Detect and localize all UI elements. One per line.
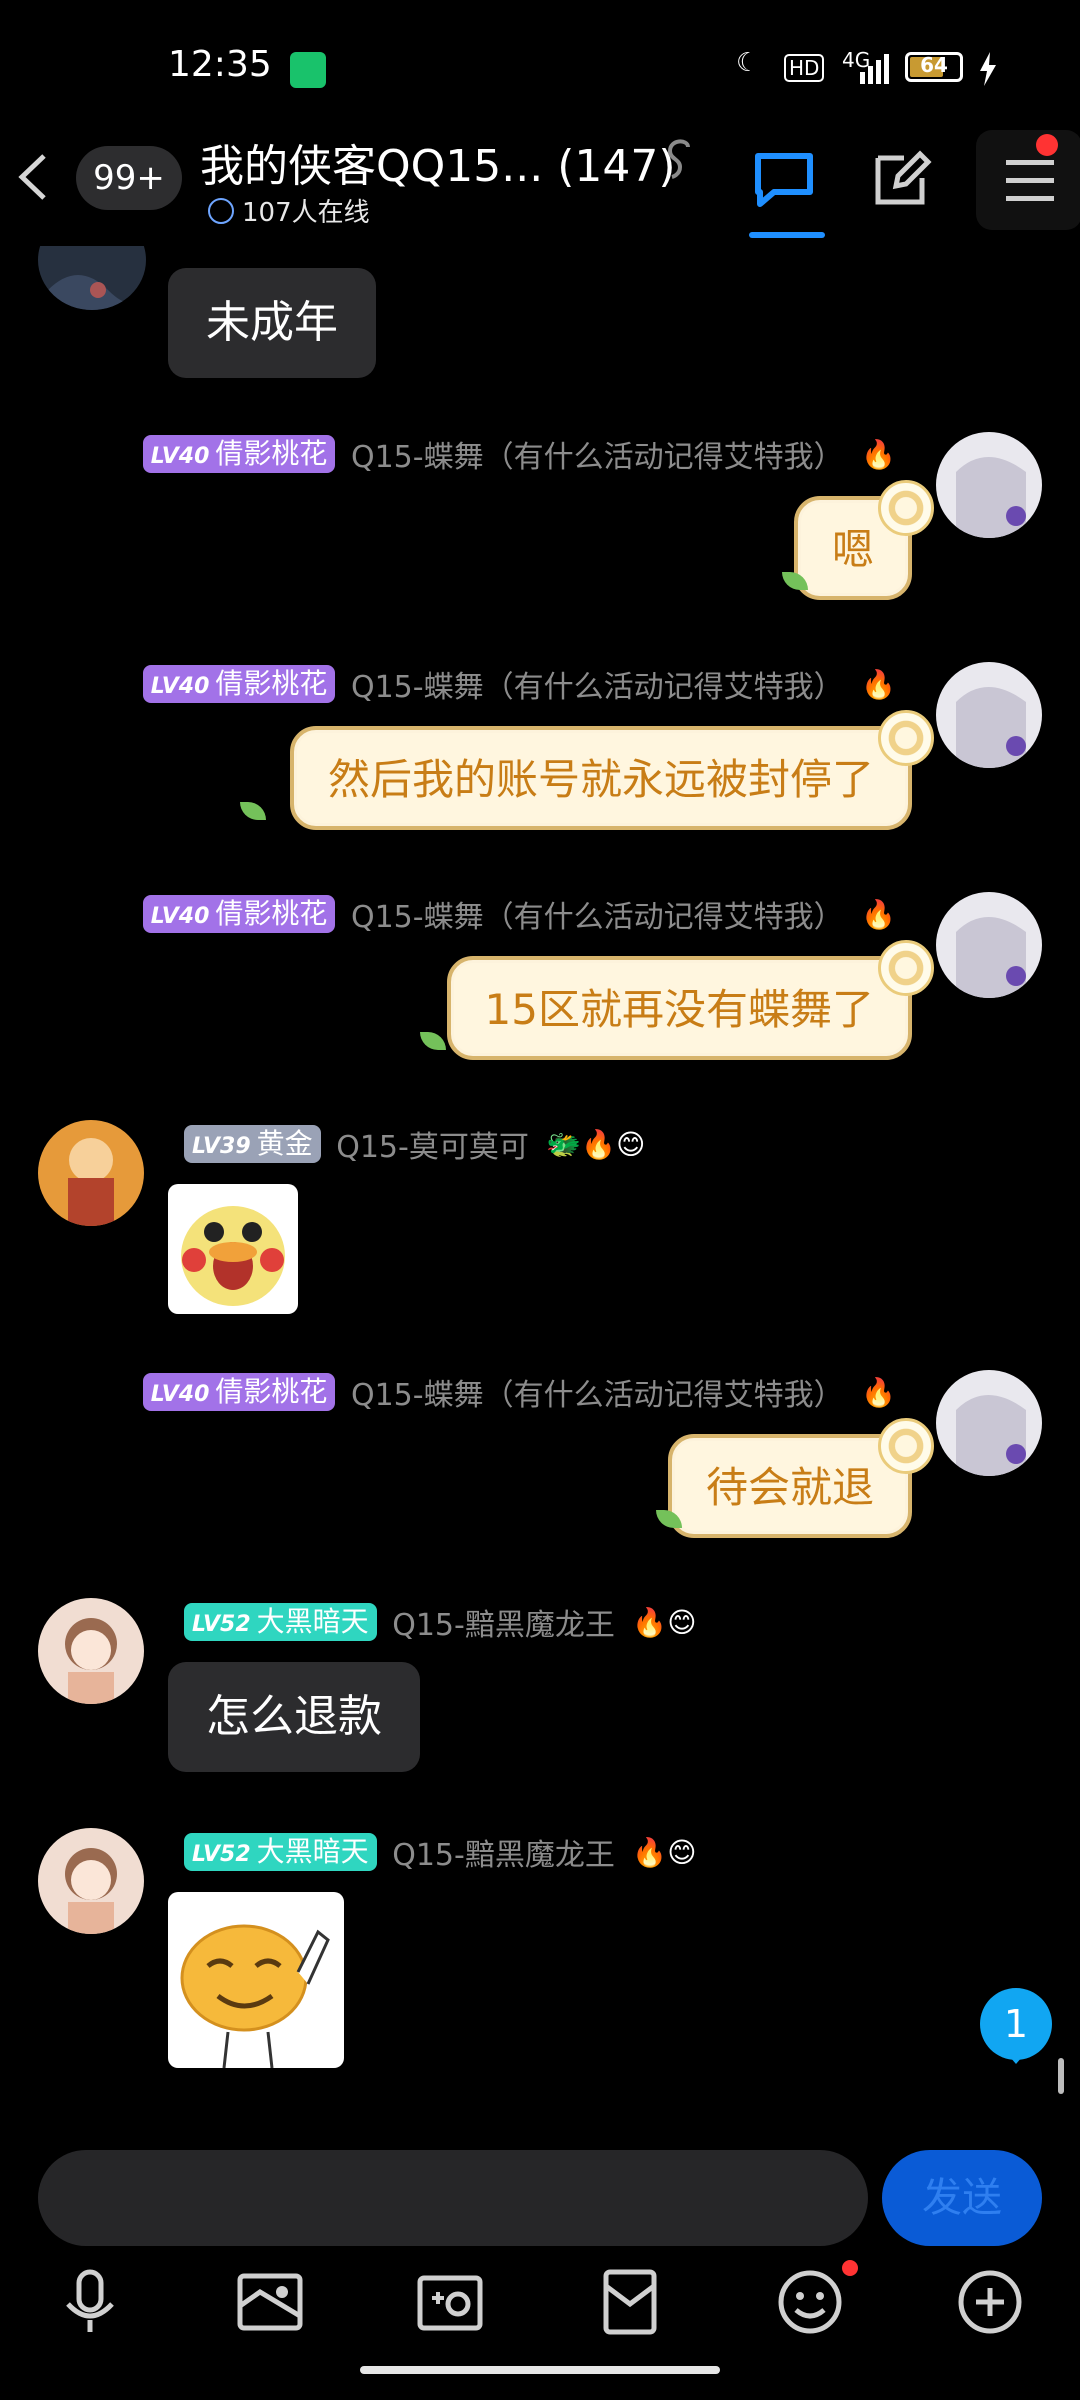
battery-level: 64 [920, 53, 948, 77]
tab-notes[interactable] [870, 146, 934, 210]
tab-chat[interactable] [752, 150, 816, 210]
ear-icon[interactable] [666, 137, 696, 191]
level-badge: LV52 大黑暗天 [184, 1833, 377, 1871]
sender-nickname[interactable]: Q15-蝶舞（有什么活动记得艾特我） [351, 670, 844, 705]
menu-notification-dot [1036, 134, 1058, 156]
sticker-smiley[interactable] [168, 1892, 344, 2068]
emoji-notification-dot [842, 2260, 858, 2276]
voice-button[interactable] [50, 2262, 130, 2342]
chevron-left-icon [18, 154, 46, 200]
smiley-icon [778, 2270, 842, 2334]
sender-nickname[interactable]: Q15-蝶舞（有什么活动记得艾特我） [351, 440, 844, 475]
emoji-button[interactable] [770, 2262, 850, 2342]
sticker-duck[interactable] [168, 1184, 298, 1314]
battery-icon: 64 [905, 52, 963, 82]
message-bubble[interactable]: 怎么退款 [168, 1662, 420, 1772]
unread-badge[interactable]: 99+ [76, 146, 182, 210]
message-bubble[interactable]: 未成年 [168, 268, 376, 378]
fire-icon: 🔥 [861, 897, 896, 931]
back-button[interactable] [14, 150, 54, 204]
avatar[interactable] [936, 1370, 1042, 1476]
avatar[interactable] [936, 662, 1042, 768]
avatar[interactable] [38, 1598, 144, 1704]
message-bubble[interactable]: 待会就退 [667, 1434, 912, 1538]
image-icon [237, 2273, 303, 2331]
level-badge: LV52 大黑暗天 [184, 1603, 377, 1641]
message-bubble[interactable]: 然后我的账号就永远被封停了 [289, 726, 912, 830]
send-button[interactable]: 发送 [882, 2150, 1042, 2246]
sun-decoration-icon [878, 710, 934, 766]
unread-pointer [1004, 2050, 1028, 2064]
album-button[interactable] [230, 2262, 310, 2342]
sender-meta: LV52 大黑暗天 Q15-黯黑魔龙王 🔥😊 [184, 1600, 697, 1643]
sun-decoration-icon [878, 480, 934, 536]
sender-meta: LV40 倩影桃花 Q15-蝶舞（有什么活动记得艾特我） 🔥 [142, 1370, 896, 1413]
message-bubble[interactable]: 15区就再没有蝶舞了 [446, 956, 912, 1060]
charging-icon [978, 52, 998, 90]
menu-icon [1006, 160, 1054, 201]
page-title[interactable]: 我的侠客QQ15... (147) [200, 130, 676, 194]
sender-nickname[interactable]: Q15-蝶舞（有什么活动记得艾特我） [351, 900, 844, 935]
chat-bubble-icon [755, 153, 813, 207]
leaf-decoration-icon [420, 1032, 446, 1050]
sender-nickname[interactable]: Q15-蝶舞（有什么活动记得艾特我） [351, 1378, 844, 1413]
level-badge: LV40 倩影桃花 [142, 665, 336, 703]
plus-icon [958, 2270, 1022, 2334]
hd-icon: HD [784, 54, 825, 82]
home-indicator[interactable] [360, 2366, 720, 2374]
sender-nickname[interactable]: Q15-黯黑魔龙王 [392, 1838, 615, 1873]
sender-meta: LV40 倩影桃花 Q15-蝶舞（有什么活动记得艾特我） 🔥 [142, 432, 896, 475]
avatar[interactable] [38, 1828, 144, 1934]
avatar[interactable] [936, 892, 1042, 998]
sender-meta: LV52 大黑暗天 Q15-黯黑魔龙王 🔥😊 [184, 1830, 697, 1873]
sender-meta: LV40 倩影桃花 Q15-蝶舞（有什么活动记得艾特我） 🔥 [142, 892, 896, 935]
fire-icon: 🔥 [861, 437, 896, 471]
level-badge: LV39 黄金 [184, 1125, 321, 1163]
sim-icon [290, 52, 326, 88]
scrollbar[interactable] [1058, 2058, 1064, 2094]
camera-button[interactable] [410, 2262, 490, 2342]
level-badge: LV40 倩影桃花 [142, 1373, 336, 1411]
menu-button[interactable] [976, 130, 1080, 230]
status-bar: 12:35 ☾ HD 4G 64 [0, 0, 1080, 130]
active-tab-indicator [749, 232, 825, 238]
avatar[interactable] [38, 1120, 144, 1226]
level-badge: LV40 倩影桃花 [142, 435, 336, 473]
status-time: 12:35 [168, 44, 272, 85]
chevron-down-icon [208, 198, 234, 224]
sender-meta: LV39 黄金 Q15-莫可莫可 🐲🔥😊 [184, 1122, 646, 1165]
message-input[interactable] [38, 2150, 868, 2246]
sender-nickname[interactable]: Q15-莫可莫可 [336, 1130, 529, 1165]
level-badge: LV40 倩影桃花 [142, 895, 336, 933]
fire-icon: 🔥 [861, 667, 896, 701]
red-packet-button[interactable] [590, 2262, 670, 2342]
fire-icon: 🔥 [861, 1375, 896, 1409]
more-button[interactable] [950, 2262, 1030, 2342]
online-count[interactable]: 107人在线 [208, 192, 370, 229]
online-count-label: 107人在线 [242, 198, 370, 228]
moon-icon: ☾ [736, 48, 760, 78]
microphone-icon [66, 2269, 114, 2332]
sender-nickname[interactable]: Q15-黯黑魔龙王 [392, 1608, 615, 1643]
emoji-badges: 🐲🔥😊 [546, 1127, 646, 1161]
leaf-decoration-icon [240, 802, 266, 820]
sun-decoration-icon [878, 1418, 934, 1474]
emoji-badges: 🔥😊 [632, 1605, 697, 1639]
sender-meta: LV40 倩影桃花 Q15-蝶舞（有什么活动记得艾特我） 🔥 [142, 662, 896, 705]
avatar[interactable] [936, 432, 1042, 538]
signal-icon [858, 54, 890, 84]
edit-icon [875, 150, 932, 205]
avatar[interactable] [38, 246, 146, 310]
emoji-badges: 🔥😊 [632, 1835, 697, 1869]
red-packet-icon [603, 2269, 657, 2335]
sun-decoration-icon [878, 940, 934, 996]
camera-icon [417, 2275, 483, 2331]
